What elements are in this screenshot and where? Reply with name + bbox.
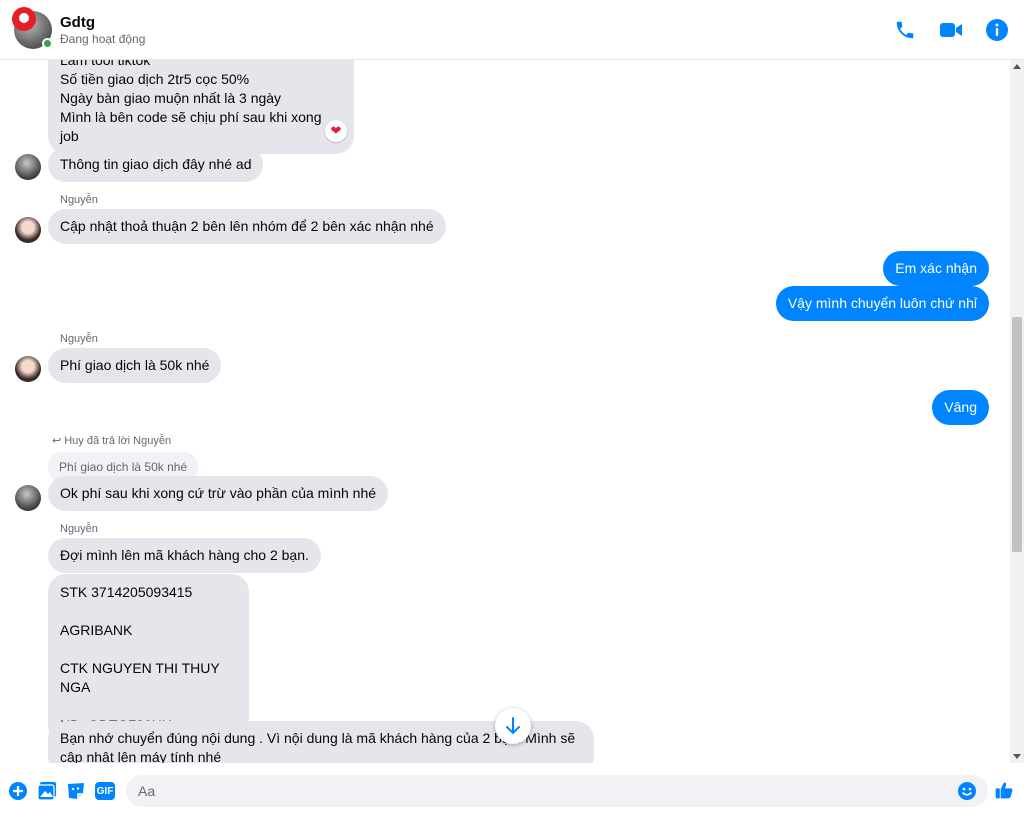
chat-title: Gdtg <box>60 13 95 31</box>
header-actions <box>892 17 1010 43</box>
sender-name: Nguyễn <box>60 194 98 206</box>
message-input-wrapper[interactable] <box>126 775 988 807</box>
reply-note-text: Huy đã trả lời Nguyễn <box>64 435 172 447</box>
sticker-icon[interactable] <box>66 781 86 801</box>
scroll-down-arrow-icon[interactable] <box>1013 754 1021 759</box>
active-status: Đang hoạt động <box>60 31 146 46</box>
scroll-up-arrow-icon[interactable] <box>1013 64 1021 69</box>
avatar[interactable] <box>15 154 41 180</box>
chat-header: Gdtg Đang hoạt động <box>0 0 1024 60</box>
avatar[interactable] <box>15 485 41 511</box>
avatar[interactable] <box>15 217 41 243</box>
sender-name: Nguyễn <box>60 333 98 345</box>
message-bubble[interactable]: Cập nhật thoả thuận 2 bên lên nhóm để 2 … <box>48 209 446 244</box>
gif-label: GIF <box>95 782 115 800</box>
message-bubble[interactable]: Thông tin giao dịch đây nhé ad <box>48 147 264 182</box>
message-bubble-own[interactable]: Vậy mình chuyển luôn chứ nhỉ <box>775 286 989 321</box>
video-camera-icon[interactable] <box>938 17 964 43</box>
avatar[interactable] <box>15 356 41 382</box>
message-bubble[interactable]: Làm tool tiktok Số tiền giao dịch 2tr5 c… <box>48 60 354 154</box>
thumbs-up-icon[interactable] <box>994 780 1014 800</box>
image-icon[interactable] <box>37 781 57 801</box>
message-bubble[interactable]: Đợi mình lên mã khách hàng cho 2 bạn. <box>48 538 321 573</box>
arrow-down-icon <box>506 717 520 735</box>
message-bubble-own[interactable]: Vâng <box>932 390 989 425</box>
reply-indicator: ↩ Huy đã trả lời Nguyễn <box>52 434 171 447</box>
message-bubble[interactable]: Ok phí sau khi xong cứ trừ vào phần của … <box>48 476 389 511</box>
gif-icon[interactable]: GIF <box>95 781 115 801</box>
message-bubble[interactable]: STK 3714205093415 AGRIBANK CTK NGUYEN TH… <box>48 574 249 744</box>
contact-avatar[interactable] <box>12 6 53 49</box>
scrollbar[interactable] <box>1010 60 1024 763</box>
reply-arrow-icon: ↩ <box>52 435 62 447</box>
phone-icon[interactable] <box>892 17 918 43</box>
info-icon[interactable] <box>984 17 1010 43</box>
heart-reaction-icon[interactable]: ❤ <box>325 120 347 142</box>
message-input[interactable] <box>138 783 958 799</box>
badge-icon <box>12 6 36 31</box>
plus-icon[interactable] <box>8 781 28 801</box>
online-status-dot <box>42 37 53 49</box>
message-bubble[interactable]: Phí giao dịch là 50k nhé <box>48 348 222 383</box>
scroll-to-bottom-button[interactable] <box>495 708 531 744</box>
scrollbar-thumb[interactable] <box>1012 317 1022 552</box>
message-list[interactable]: Làm tool tiktok Số tiền giao dịch 2tr5 c… <box>0 60 1010 763</box>
emoji-icon[interactable] <box>957 781 977 801</box>
composer-bar: GIF <box>0 763 1024 817</box>
sender-name: Nguyễn <box>60 523 98 535</box>
title-block[interactable]: Gdtg Đang hoạt động <box>60 14 145 46</box>
message-bubble-own[interactable]: Em xác nhận <box>883 251 989 286</box>
